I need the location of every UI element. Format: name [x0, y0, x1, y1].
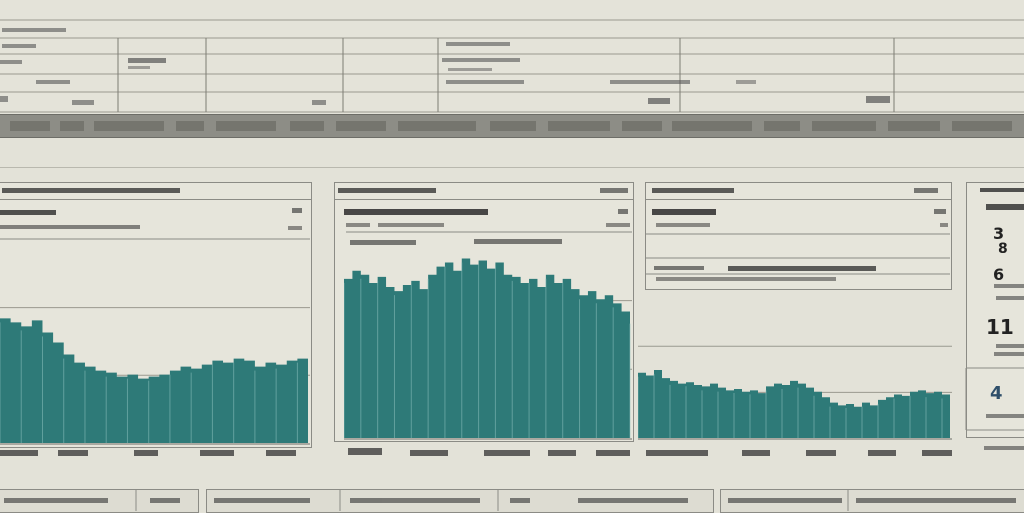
chart-2 [344, 258, 632, 440]
chart-3 [638, 345, 952, 440]
chart-3-series-area [638, 370, 950, 438]
chart-1-series-area [0, 318, 308, 443]
chart-2-series-area [344, 258, 630, 438]
x-axis-label-marks [0, 448, 952, 456]
side-value-2: 8 [998, 241, 1008, 257]
chart-1 [0, 307, 310, 445]
header-text-marks [0, 28, 890, 105]
footer-text-marks [4, 489, 1016, 511]
ticker-band [0, 114, 1024, 138]
side-panel-label-marks [980, 188, 1024, 210]
side-panel-marks [965, 284, 1024, 450]
separator [0, 167, 1024, 168]
